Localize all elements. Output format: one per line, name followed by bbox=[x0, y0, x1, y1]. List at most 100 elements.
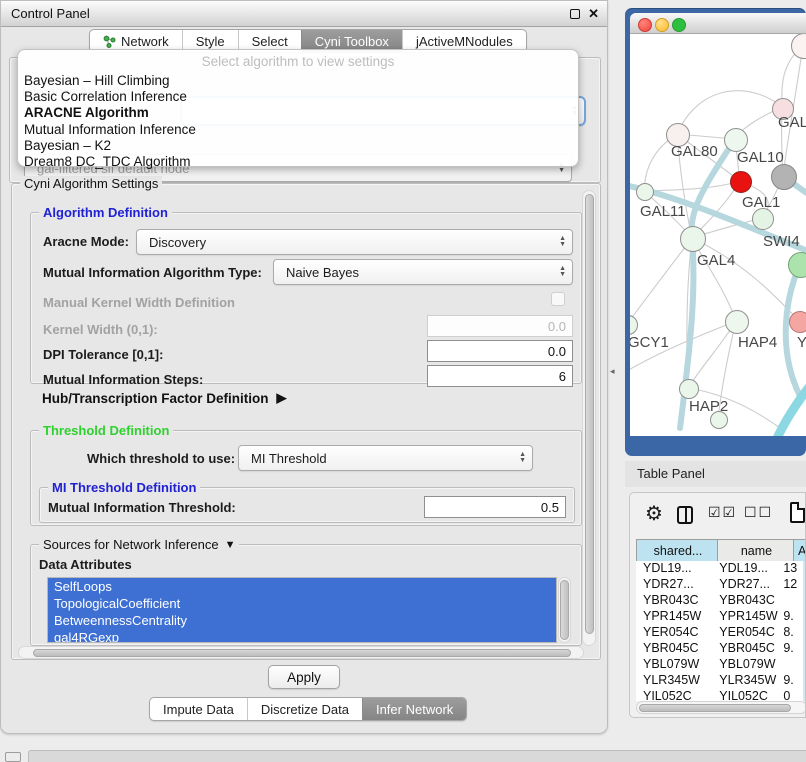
mi-threshold-field[interactable]: 0.5 bbox=[424, 496, 566, 518]
sources-group: Sources for Network Inference ▼ Data Att… bbox=[30, 544, 582, 646]
minimize-button[interactable] bbox=[655, 18, 669, 32]
dropdown-item[interactable]: Dream8 DC_TDC Algorithm bbox=[24, 154, 196, 170]
bottom-statusbar bbox=[28, 750, 806, 762]
node-label: GAL10 bbox=[737, 149, 784, 166]
tab-discretize-data[interactable]: Discretize Data bbox=[247, 698, 362, 720]
table-row[interactable]: YBR043CYBR043C bbox=[636, 593, 806, 609]
table-hscrollbar-track bbox=[636, 701, 806, 714]
node-salmon[interactable] bbox=[789, 311, 806, 333]
kernel-width-field: 0.0 bbox=[427, 315, 573, 337]
application-root: Control Panel ✕ Network Style Select Cyn… bbox=[0, 0, 806, 762]
mi-type-combo[interactable]: Naive Bayes bbox=[273, 259, 573, 285]
split-columns-icon[interactable] bbox=[677, 506, 693, 524]
node-gal11[interactable] bbox=[636, 183, 654, 201]
tab-infer-network[interactable]: Infer Network bbox=[362, 698, 466, 720]
network-view-frame: GAL GAL80 GAL10 GAL11 GAL1 SWI4 GAL4 GCY… bbox=[625, 8, 806, 456]
mi-threshold-label: Mutual Information Threshold: bbox=[48, 500, 236, 515]
node-gal4[interactable] bbox=[680, 226, 706, 252]
list-item[interactable]: gal4RGexp bbox=[48, 629, 556, 643]
manual-kernel-checkbox bbox=[551, 292, 565, 306]
stepper-icon bbox=[559, 266, 566, 278]
table-row[interactable]: YDL19...YDL19...13 bbox=[636, 561, 806, 577]
tab-network-label: Network bbox=[121, 34, 169, 49]
splitter-collapse-icon[interactable]: ◂ bbox=[610, 366, 615, 377]
network-canvas[interactable]: GAL GAL80 GAL10 GAL11 GAL1 SWI4 GAL4 GCY… bbox=[630, 34, 806, 436]
dropdown-item[interactable]: Mutual Information Inference bbox=[24, 122, 196, 138]
bottom-tabs: Impute Data Discretize Data Infer Networ… bbox=[149, 697, 467, 721]
dropdown-item-selected[interactable]: ARACNE Algorithm bbox=[24, 105, 196, 121]
cyni-settings-group: Cyni Algorithm Settings Algorithm Defini… bbox=[11, 183, 601, 660]
node-label: HAP2 bbox=[689, 398, 728, 415]
manual-kernel-label: Manual Kernel Width Definition bbox=[43, 295, 235, 310]
node-label: GAL bbox=[778, 114, 806, 131]
checked-checkboxes-icon[interactable]: ☑☑ bbox=[708, 504, 737, 521]
node-label: HAP4 bbox=[738, 334, 777, 351]
dpi-tolerance-field[interactable]: 0.0 bbox=[427, 340, 573, 362]
list-item[interactable]: BetweennessCentrality bbox=[48, 612, 556, 629]
list-scrollbar-thumb[interactable] bbox=[560, 580, 569, 640]
aracne-mode-label: Aracne Mode: bbox=[43, 234, 129, 249]
column-header-third[interactable]: A bbox=[793, 539, 806, 563]
dropdown-placeholder: Select algorithm to view settings bbox=[18, 50, 578, 69]
mi-threshold-group: MI Threshold Definition Mutual Informati… bbox=[39, 487, 575, 523]
network-window-titlebar bbox=[630, 13, 806, 34]
hub-definition-expander[interactable]: Hub/Transcription Factor Definition ▶ bbox=[42, 390, 287, 406]
column-header-name[interactable]: name bbox=[717, 539, 796, 563]
document-icon[interactable] bbox=[790, 502, 805, 523]
aracne-mode-combo[interactable]: Discovery bbox=[136, 229, 573, 255]
float-window-icon[interactable] bbox=[570, 9, 580, 19]
mi-steps-field[interactable]: 6 bbox=[427, 365, 573, 387]
list-item[interactable]: TopologicalCoefficient bbox=[48, 595, 556, 612]
dropdown-item[interactable]: Basic Correlation Inference bbox=[24, 89, 196, 105]
settings-hscrollbar-thumb[interactable] bbox=[33, 649, 571, 657]
node-label: GCY1 bbox=[630, 334, 669, 351]
cyni-settings-title: Cyni Algorithm Settings bbox=[20, 176, 162, 191]
which-threshold-combo[interactable]: MI Threshold bbox=[238, 445, 533, 471]
settings-vscrollbar-track bbox=[582, 190, 596, 646]
table-row[interactable]: YER054CYER054C8. bbox=[636, 625, 806, 641]
zoom-button[interactable] bbox=[672, 18, 686, 32]
dropdown-item[interactable]: Bayesian – K2 bbox=[24, 138, 196, 154]
column-header-shared[interactable]: shared... bbox=[636, 539, 720, 563]
algorithm-dropdown-list: Select algorithm to view settings Bayesi… bbox=[17, 49, 579, 167]
data-attributes-list: SelfLoops TopologicalCoefficient Between… bbox=[47, 577, 557, 643]
table-panel: ⚙ ☑☑ ☐☐ shared... name A YDL19...YDL19..… bbox=[629, 492, 806, 718]
control-panel: Control Panel ✕ Network Style Select Cyn… bbox=[0, 0, 608, 734]
node-label: Y bbox=[797, 334, 806, 351]
apply-button[interactable]: Apply bbox=[268, 665, 340, 689]
table-row[interactable]: YBR045CYBR045C9. bbox=[636, 641, 806, 657]
table-panel-title: Table Panel bbox=[637, 466, 705, 481]
dropdown-item[interactable]: Bayesian – Hill Climbing bbox=[24, 73, 196, 89]
unchecked-checkboxes-icon[interactable]: ☐☐ bbox=[744, 504, 773, 521]
corner-grip-button[interactable] bbox=[5, 752, 21, 762]
mi-threshold-title: MI Threshold Definition bbox=[48, 480, 200, 495]
table-hscrollbar-thumb[interactable] bbox=[639, 704, 791, 712]
node-label: GAL4 bbox=[697, 252, 735, 269]
node-hap4[interactable] bbox=[725, 310, 749, 334]
mi-type-label: Mutual Information Algorithm Type: bbox=[43, 265, 262, 280]
node-label: SWI4 bbox=[763, 233, 800, 250]
table-row[interactable]: YDR27...YDR27...12 bbox=[636, 577, 806, 593]
node-gal1[interactable] bbox=[752, 208, 774, 230]
node-hap2[interactable] bbox=[679, 379, 699, 399]
table-body: YDL19...YDL19...13 YDR27...YDR27...12 YB… bbox=[636, 561, 806, 701]
network-icon bbox=[103, 35, 116, 48]
tab-impute-data[interactable]: Impute Data bbox=[150, 698, 247, 720]
triangle-right-icon: ▶ bbox=[277, 390, 287, 406]
node-label: GAL1 bbox=[742, 194, 780, 211]
table-row[interactable]: YIL052CYIL052C0 bbox=[636, 689, 806, 701]
table-row[interactable]: YBL079WYBL079W bbox=[636, 657, 806, 673]
sources-title-row[interactable]: Sources for Network Inference ▼ bbox=[39, 537, 239, 552]
gear-icon[interactable]: ⚙ bbox=[645, 501, 663, 526]
node-gray[interactable] bbox=[771, 164, 797, 190]
close-button[interactable] bbox=[638, 18, 652, 32]
node-red[interactable] bbox=[730, 171, 752, 193]
table-row[interactable]: YLR345WYLR345W9. bbox=[636, 673, 806, 689]
list-scrollbar-track bbox=[558, 577, 571, 643]
table-row[interactable]: YPR145WYPR145W9. bbox=[636, 609, 806, 625]
close-icon[interactable]: ✕ bbox=[588, 6, 599, 22]
which-threshold-label: Which threshold to use: bbox=[87, 451, 235, 466]
list-item[interactable]: SelfLoops bbox=[48, 578, 556, 595]
settings-vscrollbar-thumb[interactable] bbox=[585, 194, 594, 634]
stepper-icon bbox=[519, 452, 526, 464]
